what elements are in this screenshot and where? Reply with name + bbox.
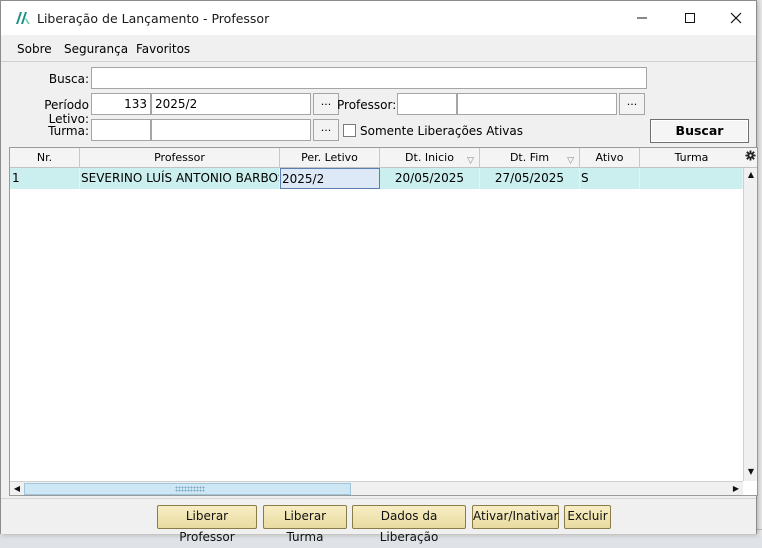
scroll-up-icon[interactable]: ▲ bbox=[744, 168, 758, 182]
col-dt-fim-label: Dt. Fim bbox=[509, 151, 550, 164]
cell-turma[interactable] bbox=[640, 168, 743, 189]
grid-header: Nr. Professor Per. Letivo Dt. Inicio ▽ D… bbox=[10, 148, 757, 168]
scroll-down-icon[interactable]: ▼ bbox=[744, 465, 758, 479]
maximize-button[interactable] bbox=[667, 1, 713, 35]
minimize-icon bbox=[637, 17, 647, 19]
action-bar: Liberar Professor Liberar Turma Dados da… bbox=[1, 498, 756, 544]
cell-per-letivo[interactable]: 2025/2 bbox=[280, 168, 380, 189]
periodo-desc-input[interactable]: 2025/2 bbox=[151, 93, 311, 115]
vertical-scrollbar[interactable]: ▲ ▼ bbox=[743, 168, 757, 481]
professor-label: Professor: bbox=[337, 98, 397, 112]
menu-sobre[interactable]: Sobre bbox=[17, 42, 52, 56]
col-nr[interactable]: Nr. bbox=[10, 148, 80, 168]
professor-lookup-button[interactable]: ... bbox=[619, 93, 645, 115]
col-dt-inicio-label: Dt. Inicio bbox=[405, 151, 454, 164]
liberar-turma-button[interactable]: Liberar Turma bbox=[263, 505, 347, 544]
app-logo-icon bbox=[16, 12, 30, 24]
menu-divider bbox=[1, 61, 756, 62]
scroll-right-icon[interactable]: ▶ bbox=[729, 482, 743, 496]
scroll-left-icon[interactable]: ◀ bbox=[10, 482, 24, 496]
liberar-professor-button[interactable]: Liberar Professor bbox=[157, 505, 257, 544]
horizontal-scrollbar[interactable]: ◀ ▶ bbox=[10, 481, 743, 495]
grip-icon bbox=[175, 486, 205, 492]
close-button[interactable] bbox=[713, 1, 759, 35]
busca-label: Busca: bbox=[48, 72, 89, 86]
turma-code-input[interactable] bbox=[91, 119, 151, 141]
gear-icon[interactable] bbox=[743, 148, 757, 168]
dados-liberacao-button[interactable]: Dados da Liberação bbox=[352, 505, 466, 544]
horizontal-scroll-thumb[interactable] bbox=[24, 483, 351, 495]
results-grid: Nr. Professor Per. Letivo Dt. Inicio ▽ D… bbox=[9, 147, 758, 496]
col-ativo[interactable]: Ativo bbox=[580, 148, 640, 168]
cell-professor[interactable]: SEVERINO LUÍS ANTONIO BARBOSA bbox=[80, 168, 280, 189]
table-row[interactable]: 1 SEVERINO LUÍS ANTONIO BARBOSA 2025/2 2… bbox=[10, 168, 743, 189]
cell-ativo[interactable]: S bbox=[580, 168, 640, 189]
cell-dt-fim[interactable]: 27/05/2025 bbox=[480, 168, 580, 189]
cell-dt-inicio[interactable]: 20/05/2025 bbox=[380, 168, 480, 189]
excluir-button[interactable]: Excluir bbox=[564, 505, 611, 529]
turma-name-input[interactable] bbox=[151, 119, 311, 141]
window-title: Liberação de Lançamento - Professor bbox=[37, 11, 270, 26]
title-bar[interactable]: Liberação de Lançamento - Professor bbox=[1, 1, 756, 35]
turma-label: Turma: bbox=[48, 124, 89, 138]
periodo-lookup-button[interactable]: ... bbox=[313, 93, 339, 115]
menu-favoritos[interactable]: Favoritos bbox=[136, 42, 190, 56]
col-turma[interactable]: Turma bbox=[640, 148, 743, 168]
maximize-icon bbox=[685, 13, 695, 23]
periodo-label: Período Letivo: bbox=[44, 98, 89, 126]
col-per-letivo[interactable]: Per. Letivo bbox=[280, 148, 380, 168]
turma-lookup-button[interactable]: ... bbox=[313, 119, 339, 141]
col-dt-inicio[interactable]: Dt. Inicio ▽ bbox=[380, 148, 480, 168]
ativar-inativar-button[interactable]: Ativar/Inativar bbox=[472, 505, 559, 529]
periodo-code-input[interactable]: 133 bbox=[91, 93, 151, 115]
busca-input[interactable] bbox=[91, 67, 647, 89]
menu-bar: Sobre Segurança Favoritos bbox=[1, 37, 756, 61]
somente-ativas-checkbox[interactable] bbox=[343, 124, 356, 137]
gear-icon-svg bbox=[744, 150, 756, 161]
somente-ativas-label[interactable]: Somente Liberações Ativas bbox=[360, 124, 523, 138]
cell-nr[interactable]: 1 bbox=[10, 168, 80, 189]
menu-seguranca[interactable]: Segurança bbox=[64, 42, 128, 56]
minimize-button[interactable] bbox=[619, 1, 665, 35]
dialog-window: Liberação de Lançamento - Professor Sobr… bbox=[0, 0, 758, 544]
professor-name-input[interactable] bbox=[457, 93, 617, 115]
close-icon bbox=[730, 12, 742, 24]
buscar-button[interactable]: Buscar bbox=[650, 119, 749, 143]
col-dt-fim[interactable]: Dt. Fim ▽ bbox=[480, 148, 580, 168]
professor-code-input[interactable] bbox=[397, 93, 457, 115]
col-professor[interactable]: Professor bbox=[80, 148, 280, 168]
